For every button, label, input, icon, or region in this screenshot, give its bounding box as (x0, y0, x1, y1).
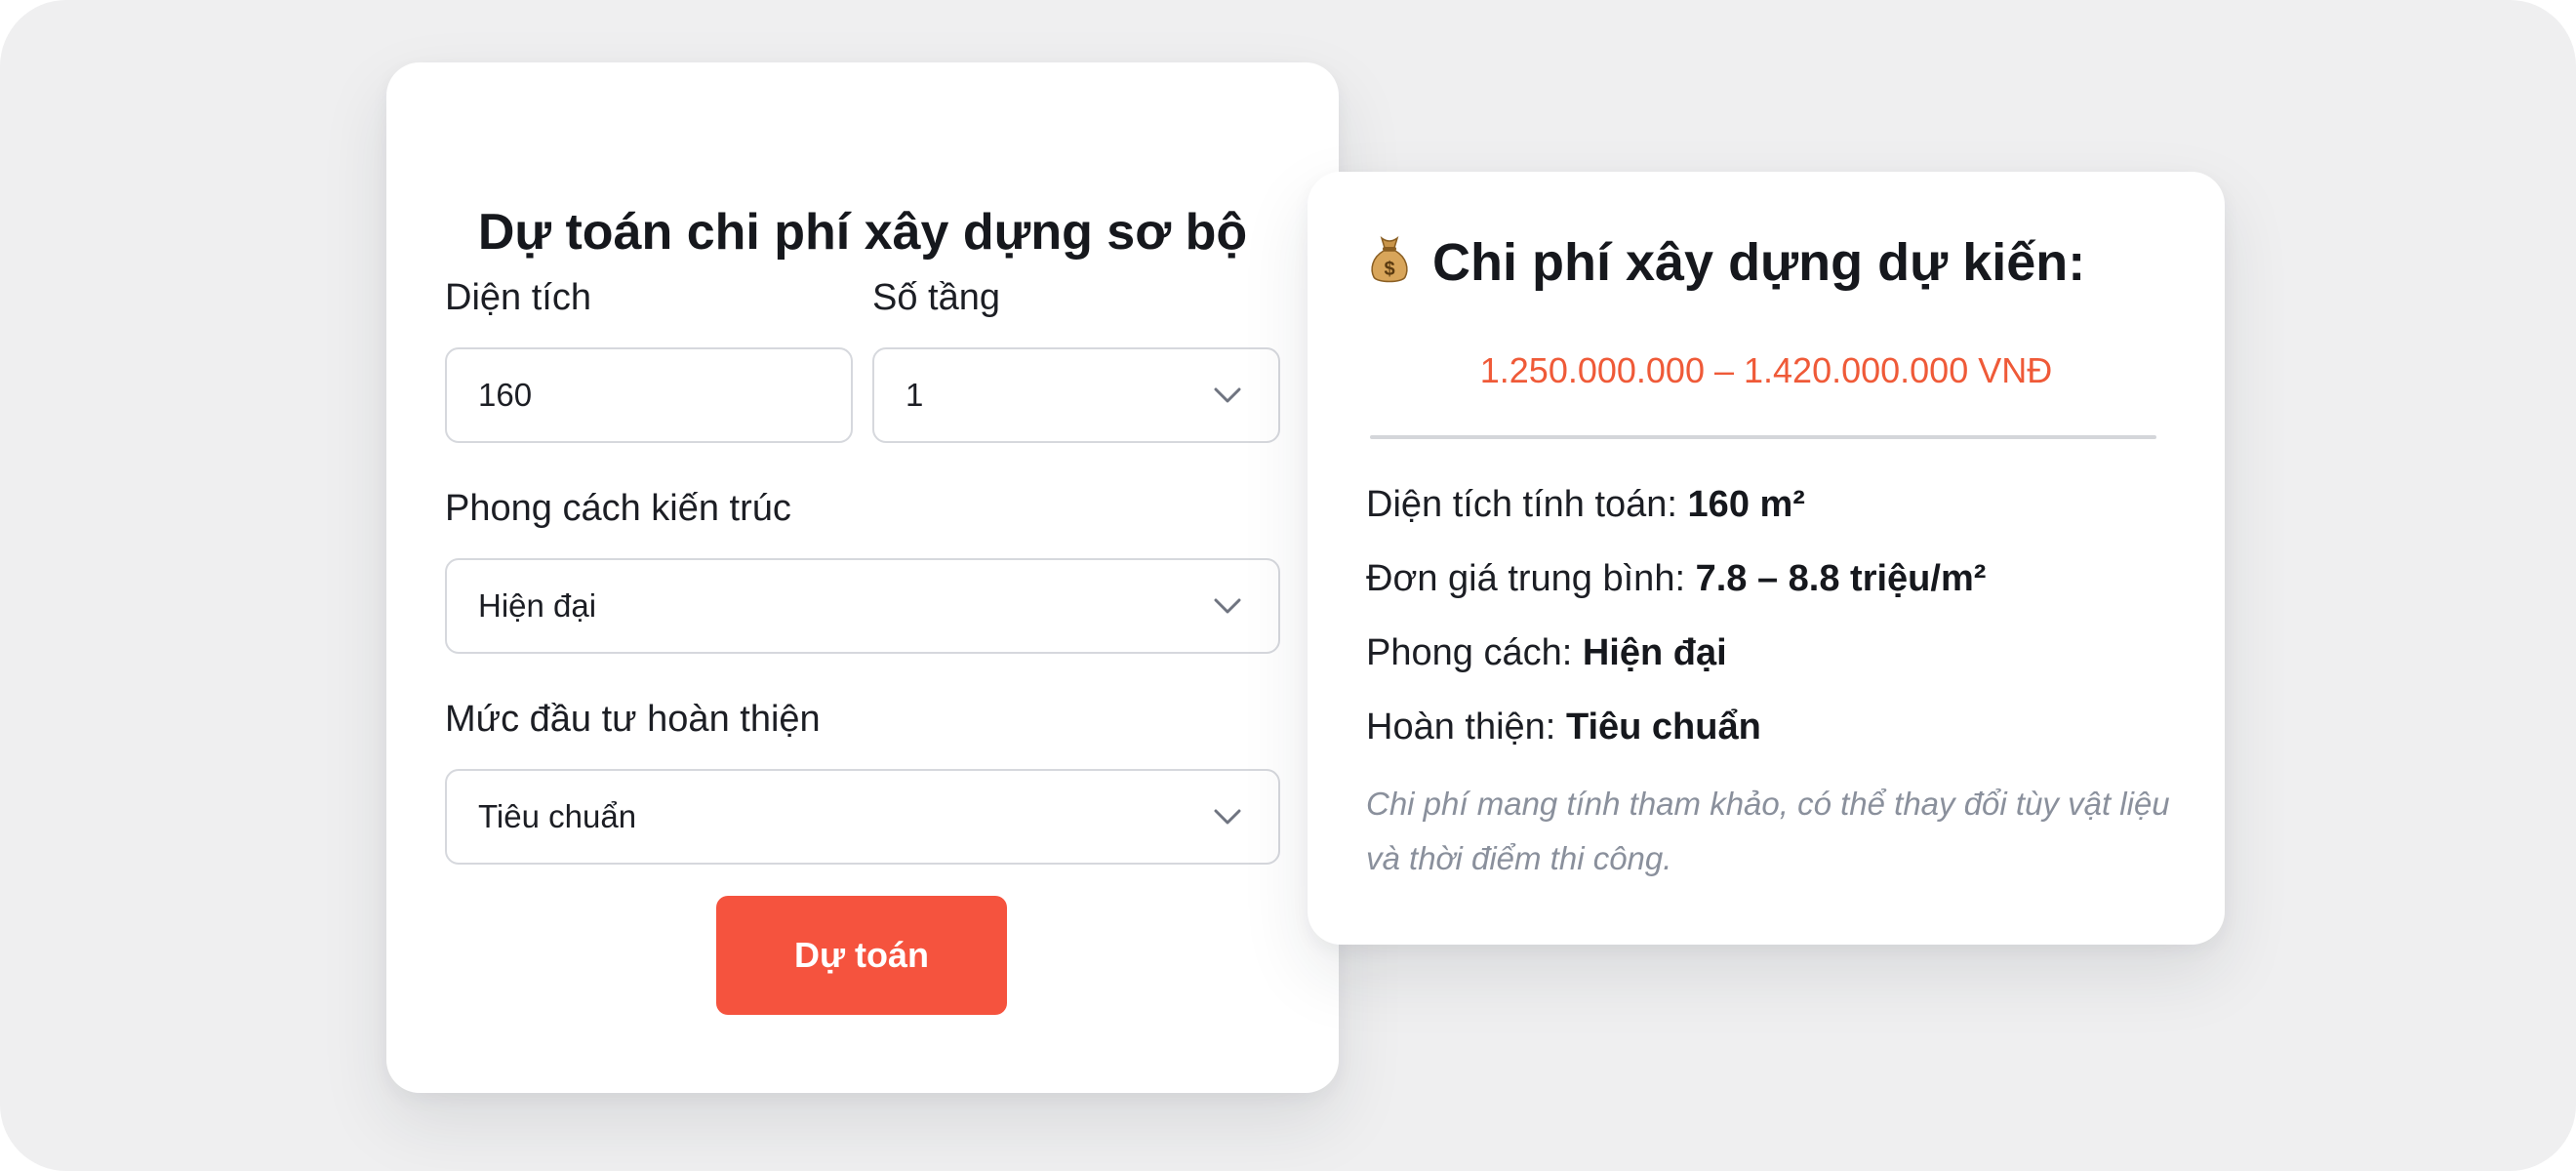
detail-unit-price-value: 7.8 – 8.8 triệu/m² (1695, 558, 1987, 599)
style-select[interactable]: Hiện đại (445, 558, 1280, 654)
chevron-down-icon (1214, 387, 1241, 403)
disclaimer-note: Chi phí mang tính tham khảo, có thể thay… (1366, 786, 2170, 876)
divider (1370, 435, 2156, 439)
result-card: $ Chi phí xây dựng dự kiến: 1.250.000.00… (1308, 172, 2225, 945)
detail-area-label: Diện tích tính toán: (1366, 484, 1677, 525)
form-title: Dự toán chi phí xây dựng sơ bộ (477, 204, 1248, 261)
finish-label: Mức đầu tư hoàn thiện (445, 699, 821, 740)
detail-style: Phong cách: Hiện đại (1366, 634, 1727, 671)
style-label: Phong cách kiến trúc (445, 488, 791, 529)
detail-unit-price: Đơn giá trung bình: 7.8 – 8.8 triệu/m² (1366, 560, 1986, 597)
floors-select[interactable]: 1 (872, 347, 1280, 443)
cost-range: 1.250.000.000 – 1.420.000.000 VNĐ (1479, 350, 2053, 390)
detail-unit-price-label: Đơn giá trung bình: (1366, 558, 1686, 599)
detail-area-value: 160 m² (1687, 484, 1805, 525)
floors-select-value: 1 (906, 377, 924, 413)
detail-style-value: Hiện đại (1582, 632, 1727, 673)
chevron-down-icon (1214, 809, 1241, 825)
detail-style-label: Phong cách: (1366, 632, 1573, 673)
svg-text:$: $ (1384, 259, 1394, 280)
style-select-value: Hiện đại (478, 587, 597, 624)
chevron-down-icon (1214, 598, 1241, 614)
estimate-form-card: Dự toán chi phí xây dựng sơ bộ Diện tích… (386, 62, 1339, 1093)
detail-area: Diện tích tính toán: 160 m² (1366, 486, 1805, 523)
finish-select-value: Tiêu chuẩn (478, 798, 637, 834)
detail-finish: Hoàn thiện: Tiêu chuẩn (1366, 708, 1761, 746)
area-input[interactable]: 160 (445, 347, 853, 443)
money-bag-icon: $ (1368, 234, 1411, 285)
finish-select[interactable]: Tiêu chuẩn (445, 769, 1280, 865)
area-label: Diện tích (445, 277, 591, 318)
floors-label: Số tầng (872, 277, 1000, 318)
result-title: Chi phí xây dựng dự kiến: (1432, 233, 2086, 292)
detail-finish-value: Tiêu chuẩn (1565, 707, 1761, 747)
detail-finish-label: Hoàn thiện: (1366, 707, 1556, 747)
area-input-value: 160 (478, 377, 533, 413)
estimate-button[interactable]: Dự toán (716, 896, 1007, 1015)
page-background: Dự toán chi phí xây dựng sơ bộ Diện tích… (0, 0, 2576, 1171)
